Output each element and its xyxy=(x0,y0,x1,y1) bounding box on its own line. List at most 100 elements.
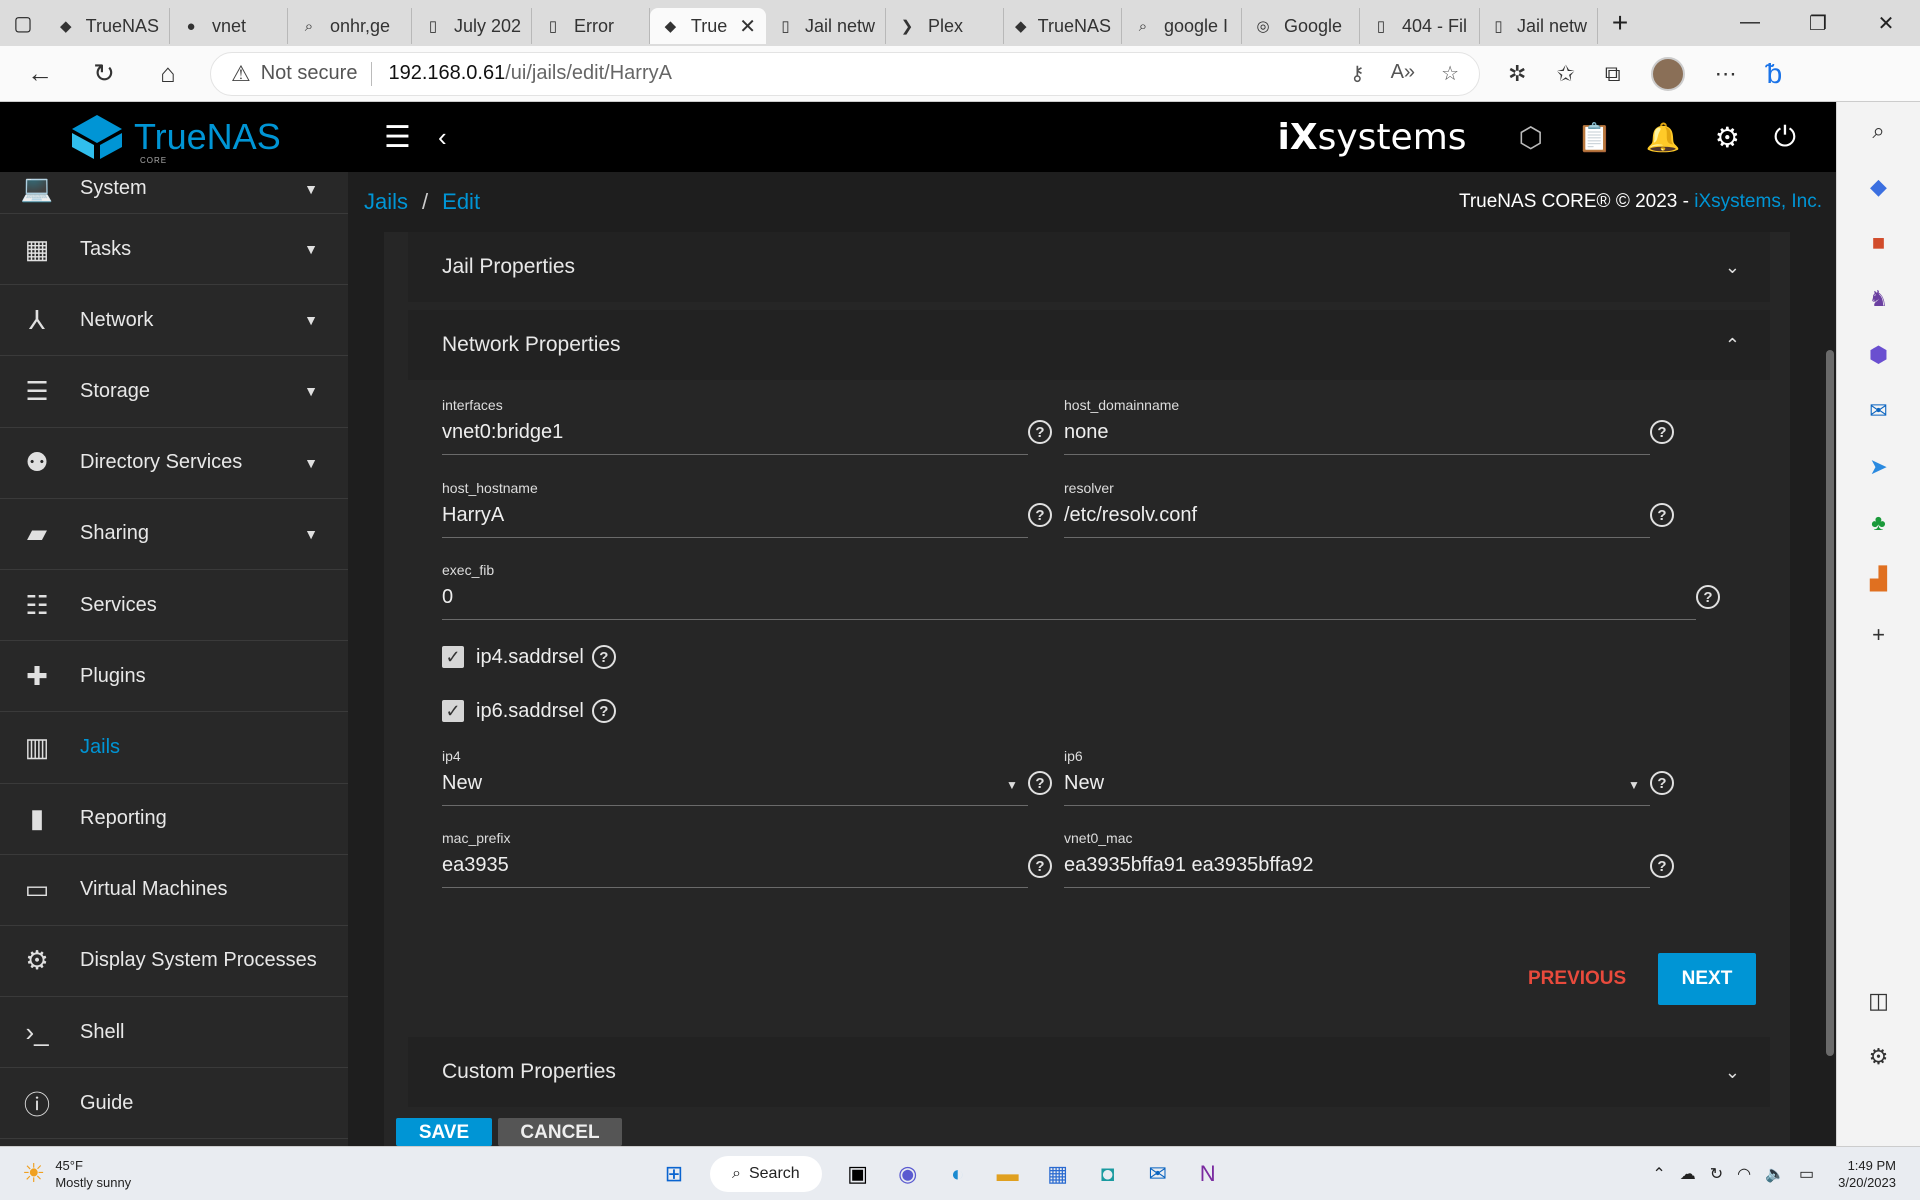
truenas-logo[interactable]: TrueNAS CORE xyxy=(0,115,348,165)
games-icon[interactable]: ♞ xyxy=(1864,284,1894,314)
vnet0-mac-input[interactable]: ea3935bffa91 ea3935bffa92 xyxy=(1064,854,1650,888)
ip4-select[interactable]: ip4 New xyxy=(442,748,1028,806)
taskbar-search[interactable]: ⌕ Search xyxy=(710,1155,822,1192)
sidebar-item-plugins[interactable]: ✚ Plugins xyxy=(0,641,348,713)
help-icon[interactable]: ? xyxy=(591,699,616,723)
bing-icon[interactable]: ᵬ xyxy=(1767,58,1783,90)
clock[interactable]: 1:49 PM 3/20/2023 xyxy=(1838,1157,1896,1191)
help-icon[interactable]: ? xyxy=(591,645,616,669)
tasks-clipboard-icon[interactable]: 📋 xyxy=(1577,121,1612,154)
browser-tab[interactable]: ⌕ google I xyxy=(1122,8,1242,44)
browser-tab[interactable]: ▯ 404 - Fil xyxy=(1360,8,1480,44)
dropdown-arrow-icon[interactable]: ▼ xyxy=(1006,778,1018,792)
interfaces-input[interactable]: vnet0:bridge1 xyxy=(442,421,1028,455)
help-icon[interactable]: ? xyxy=(1650,854,1674,878)
stats-icon[interactable]: ▟ xyxy=(1864,564,1894,594)
chat-icon[interactable]: ◉ xyxy=(894,1160,922,1188)
home-icon[interactable]: ⌂ xyxy=(136,58,200,89)
host-hostname-input[interactable]: HarryA xyxy=(442,504,1028,538)
key-icon[interactable]: ⚷ xyxy=(1350,61,1365,86)
sidebar-item-guide[interactable]: ⓘ Guide xyxy=(0,1068,348,1140)
sidebar-item-system[interactable]: 💻 System ▼ xyxy=(0,172,348,214)
help-icon[interactable]: ? xyxy=(1696,585,1720,609)
send-icon[interactable]: ➤ xyxy=(1864,452,1894,482)
tools-icon[interactable]: ■ xyxy=(1864,228,1894,258)
truecommand-icon[interactable]: ⬡ xyxy=(1519,121,1543,154)
cancel-button[interactable]: CANCEL xyxy=(498,1118,622,1146)
new-tab-button[interactable]: + xyxy=(1598,7,1642,39)
browser-tab[interactable]: ▯ Error xyxy=(532,8,650,44)
settings-icon[interactable]: ⚙ xyxy=(1864,1042,1894,1072)
close-tab-icon[interactable]: ✕ xyxy=(739,14,756,39)
exec-fib-input[interactable]: 0 xyxy=(442,586,1696,620)
mac-prefix-input[interactable]: ea3935 xyxy=(442,854,1028,888)
more-options-icon[interactable]: ⋯ xyxy=(1715,61,1737,87)
sidebar-item-reporting[interactable]: ▮ Reporting xyxy=(0,784,348,855)
file-explorer-icon[interactable]: ▬ xyxy=(994,1160,1022,1188)
sidebar-item-network[interactable]: ⅄ Network ▼ xyxy=(0,285,348,357)
host-domainname-input[interactable]: none xyxy=(1064,421,1650,455)
sidebar-item-sharing[interactable]: ▰ Sharing ▼ xyxy=(0,499,348,570)
help-icon[interactable]: ? xyxy=(1650,771,1674,795)
browser-tab[interactable]: ▯ July 202 xyxy=(412,8,532,44)
sidebar-item-virtual-machines[interactable]: ▭ Virtual Machines xyxy=(0,855,348,926)
ip4-select-value[interactable]: New xyxy=(442,772,1028,806)
tree-icon[interactable]: ♣ xyxy=(1864,508,1894,538)
ip6-saddrsel-checkbox[interactable]: ✓ xyxy=(442,700,464,722)
collections-icon[interactable]: ⧉ xyxy=(1605,61,1621,87)
ixsystems-link[interactable]: iXsystems, Inc. xyxy=(1694,191,1822,212)
shopping-icon[interactable]: ◆ xyxy=(1864,172,1894,202)
battery-icon[interactable]: ▭ xyxy=(1799,1164,1814,1184)
split-screen-icon[interactable]: ◫ xyxy=(1864,986,1894,1016)
read-aloud-icon[interactable]: A» xyxy=(1391,61,1415,86)
onenote-icon[interactable]: N xyxy=(1194,1160,1222,1188)
mac-prefix-field[interactable]: mac_prefix ea3935 xyxy=(442,830,1028,888)
outlook-icon[interactable]: ✉ xyxy=(1144,1160,1172,1188)
save-button[interactable]: SAVE xyxy=(396,1118,492,1146)
outlook-icon[interactable]: ✉ xyxy=(1864,396,1894,426)
resolver-input[interactable]: /etc/resolv.conf xyxy=(1064,504,1650,538)
help-icon[interactable]: ? xyxy=(1028,854,1052,878)
cloud-icon[interactable]: ☁ xyxy=(1680,1164,1696,1184)
profile-avatar[interactable] xyxy=(1650,56,1685,91)
notifications-bell-icon[interactable]: 🔔 xyxy=(1646,121,1681,154)
minimize-icon[interactable]: — xyxy=(1716,11,1784,36)
browser-tab[interactable]: ◆ TrueNAS xyxy=(46,8,170,44)
help-icon[interactable]: ? xyxy=(1028,503,1052,527)
settings-gear-icon[interactable]: ⚙ xyxy=(1715,121,1740,154)
exec-fib-field[interactable]: exec_fib 0 xyxy=(442,562,1696,620)
add-icon[interactable]: + xyxy=(1864,620,1894,650)
help-icon[interactable]: ? xyxy=(1028,420,1052,444)
ip6-saddrsel-checkbox-row[interactable]: ✓ ip6.saddrsel ? xyxy=(442,699,616,723)
help-icon[interactable]: ? xyxy=(1028,771,1052,795)
browser-tab[interactable]: ◆ True ✕ xyxy=(650,8,766,44)
back-icon[interactable]: ← xyxy=(8,58,72,89)
breadcrumb-edit[interactable]: Edit xyxy=(442,189,480,215)
close-window-icon[interactable]: ✕ xyxy=(1852,11,1920,36)
browser-tab[interactable]: ⌕ onhr,ge xyxy=(288,8,412,44)
sidebar-item-display-system-processes[interactable]: ⚙ Display System Processes xyxy=(0,926,348,998)
chevron-up-icon[interactable]: ⌃ xyxy=(1652,1164,1665,1184)
browser-tab[interactable]: ◎ Google xyxy=(1242,8,1360,44)
maximize-icon[interactable]: ❐ xyxy=(1784,11,1852,36)
favorite-add-icon[interactable]: ☆ xyxy=(1441,61,1459,86)
weather-widget[interactable]: ☀ 45°F Mostly sunny xyxy=(0,1157,660,1191)
tab-actions-icon[interactable]: ▢ xyxy=(0,0,46,46)
collapse-chevron-icon[interactable]: ‹ xyxy=(438,122,447,153)
browser-tab[interactable]: ◆ TrueNAS xyxy=(1004,8,1122,44)
section-network-properties[interactable]: Network Properties ⌃ xyxy=(408,310,1770,380)
extensions-icon[interactable]: ✲ xyxy=(1508,61,1526,87)
power-icon[interactable]: ⏻ xyxy=(1774,121,1796,154)
section-jail-properties[interactable]: Jail Properties ⌄ xyxy=(408,232,1770,302)
previous-button[interactable]: PREVIOUS xyxy=(1528,968,1626,990)
ip4-saddrsel-checkbox-row[interactable]: ✓ ip4.saddrsel ? xyxy=(442,645,616,669)
sidebar-item-services[interactable]: ☷ Services xyxy=(0,570,348,642)
sidebar-item-directory-services[interactable]: ⚉ Directory Services ▼ xyxy=(0,428,348,499)
ixsystems-logo[interactable]: iXsystems xyxy=(1278,117,1467,158)
menu-icon[interactable]: ☰ xyxy=(384,120,424,155)
scrollbar[interactable] xyxy=(1826,350,1834,1056)
favorites-icon[interactable]: ✩ xyxy=(1556,61,1574,87)
host-hostname-field[interactable]: host_hostname HarryA xyxy=(442,480,1028,538)
sync-icon[interactable]: ↻ xyxy=(1710,1164,1723,1184)
next-button[interactable]: NEXT xyxy=(1658,953,1756,1005)
